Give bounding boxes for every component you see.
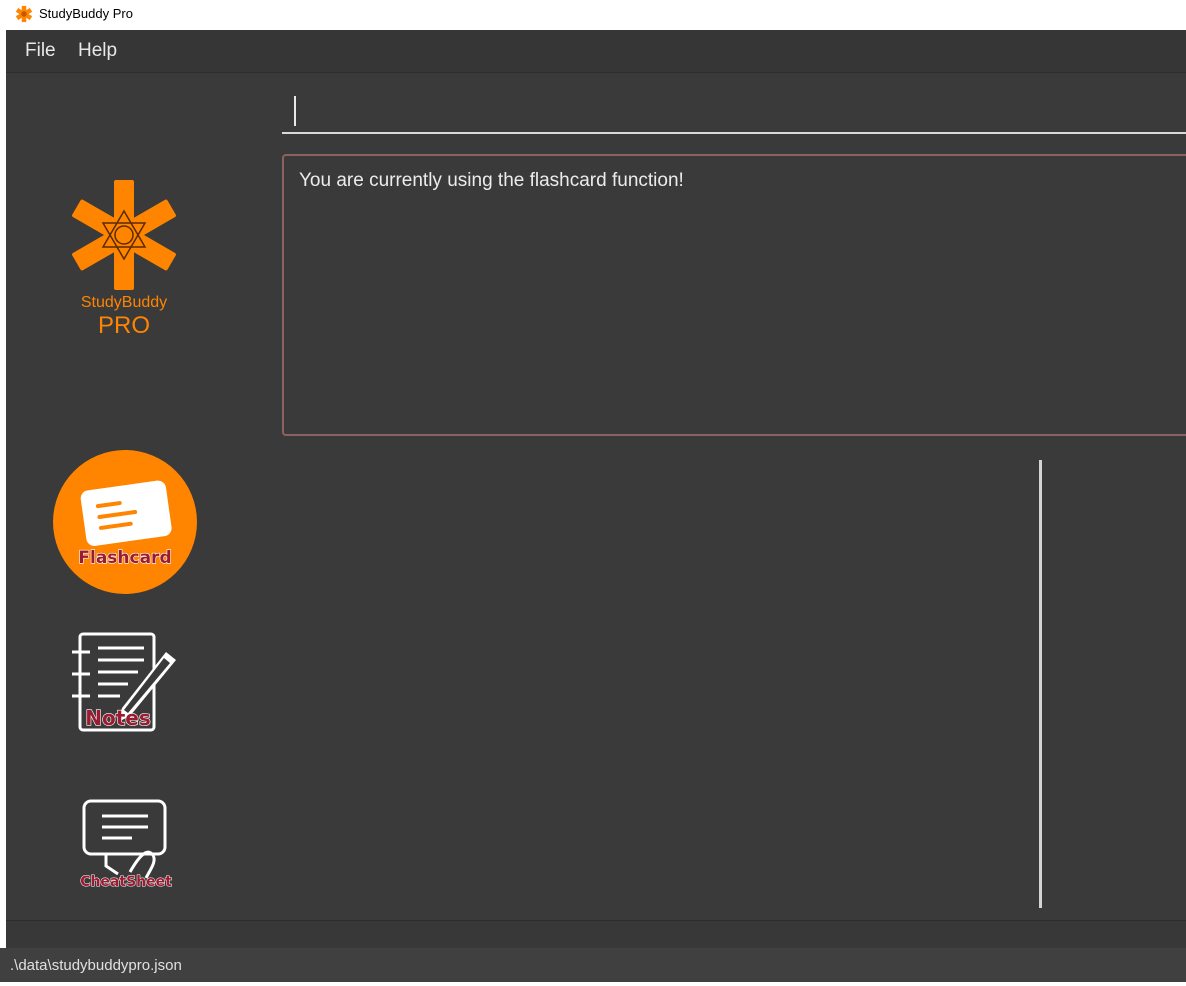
result-message: You are currently using the flashcard fu… — [299, 170, 684, 191]
notes-icon: Notes — [72, 632, 176, 732]
studybuddy-logo: StudyBuddy PRO — [72, 180, 176, 339]
save-location-path: .\data\studybuddypro.json — [10, 957, 182, 974]
menu-bar: File Help — [6, 30, 1186, 73]
flashcard-label: Flashcard — [78, 548, 171, 568]
window-titlebar: StudyBuddy Pro — [0, 0, 1186, 30]
flashcard-icon: Flashcard — [53, 450, 197, 594]
cheatsheet-label: CheatSheet — [80, 874, 172, 890]
cheatsheet-button[interactable]: CheatSheet — [76, 796, 176, 892]
app-logo-icon — [15, 5, 33, 23]
menu-help[interactable]: Help — [78, 40, 117, 62]
logo-text-pro: PRO — [98, 312, 150, 339]
text-caret — [294, 96, 296, 126]
app-window: File Help StudyBuddy PRO Flashcard Notes… — [6, 30, 1186, 980]
cheatsheet-icon: CheatSheet — [80, 799, 173, 891]
notes-label: Notes — [85, 706, 151, 730]
command-input[interactable] — [282, 92, 1186, 134]
menu-file[interactable]: File — [25, 40, 56, 62]
logo-text-studybuddy: StudyBuddy — [81, 294, 167, 311]
split-pane-divider[interactable] — [1039, 460, 1042, 908]
notes-button[interactable]: Notes — [68, 628, 180, 734]
status-bar-upper — [6, 920, 1186, 947]
status-bar: .\data\studybuddypro.json — [0, 948, 1186, 982]
window-title: StudyBuddy Pro — [39, 6, 133, 21]
flashcard-button[interactable]: Flashcard — [53, 450, 197, 594]
result-display: You are currently using the flashcard fu… — [282, 154, 1186, 436]
